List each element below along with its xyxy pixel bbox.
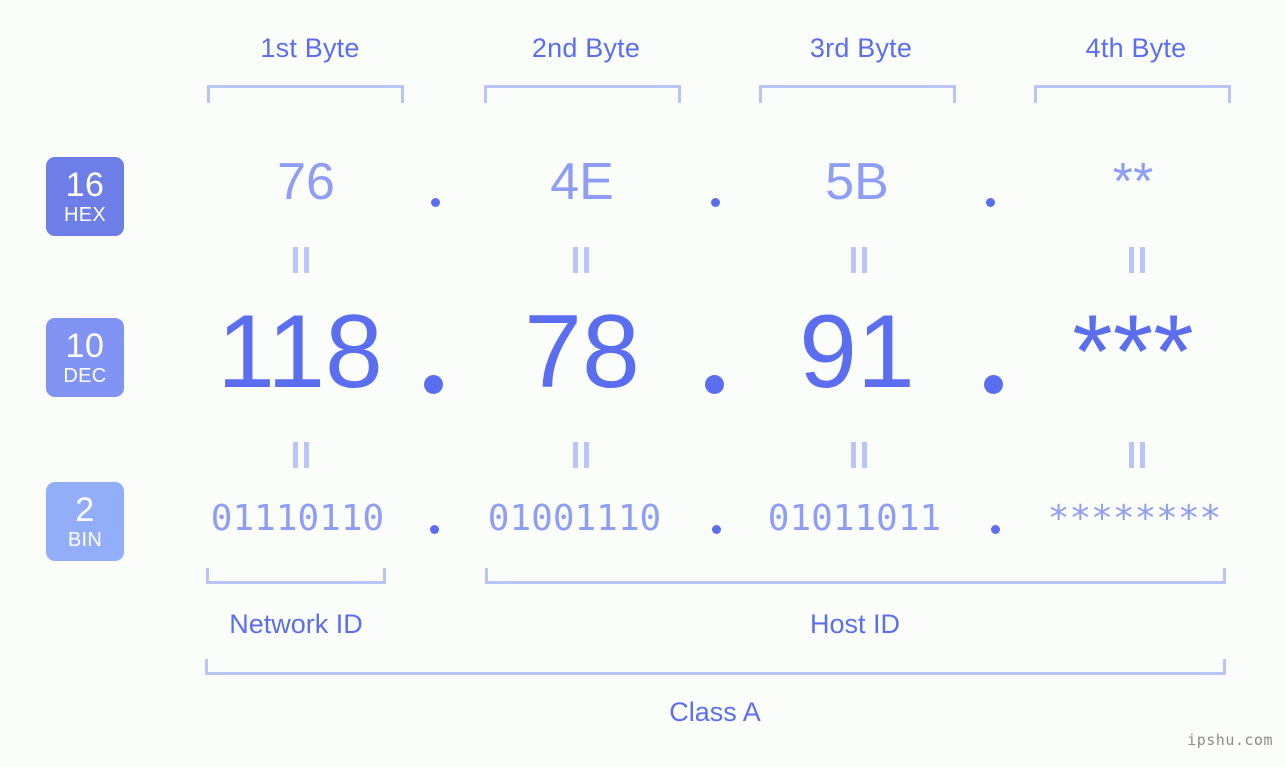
hex-separator-dot-2 xyxy=(711,198,720,207)
base-badge-bin-name: BIN xyxy=(67,529,103,551)
dec-byte-1: 118 xyxy=(217,294,383,410)
dec-separator-dot-3 xyxy=(984,375,1003,394)
base-badge-dec-name: DEC xyxy=(63,365,107,387)
equals-mark-dec-bin-1 xyxy=(288,442,314,468)
base-badge-dec-number: 10 xyxy=(65,327,105,365)
host-id-label: Host ID xyxy=(809,609,901,639)
bin-separator-dot-1 xyxy=(430,525,439,534)
hex-byte-1: 76 xyxy=(277,153,335,211)
byte-header-3: 3rd Byte xyxy=(809,33,913,63)
bin-byte-3: 01011011 xyxy=(767,498,942,539)
bin-byte-1: 01110110 xyxy=(210,498,385,539)
equals-mark-hex-dec-3 xyxy=(846,247,872,273)
equals-mark-dec-bin-2 xyxy=(568,442,594,468)
byte-bracket-2 xyxy=(484,85,681,103)
base-badge-hex-number: 16 xyxy=(65,166,105,204)
bin-byte-4: ******** xyxy=(1047,498,1222,539)
byte-bracket-1 xyxy=(207,85,404,103)
dec-byte-2: 78 xyxy=(524,294,640,410)
class-label: Class A xyxy=(669,697,761,727)
equals-mark-hex-dec-1 xyxy=(288,247,314,273)
bin-separator-dot-3 xyxy=(991,525,1000,534)
network-id-label: Network ID xyxy=(229,609,363,639)
ip-address-breakdown-diagram: 1st Byte 2nd Byte 3rd Byte 4th Byte 16 H… xyxy=(0,0,1285,767)
byte-header-4: 4th Byte xyxy=(1085,33,1187,63)
host-id-bracket xyxy=(485,568,1226,584)
equals-mark-dec-bin-4 xyxy=(1124,442,1150,468)
dec-separator-dot-2 xyxy=(705,375,724,394)
class-bracket xyxy=(205,659,1226,675)
hex-byte-3: 5B xyxy=(825,153,889,211)
byte-bracket-4 xyxy=(1034,85,1231,103)
base-badge-hex: 16 HEX xyxy=(46,157,124,236)
hex-byte-4: ** xyxy=(1112,153,1154,211)
byte-bracket-3 xyxy=(759,85,956,103)
base-badge-bin-number: 2 xyxy=(75,491,95,529)
bin-byte-2: 01001110 xyxy=(487,498,662,539)
equals-mark-dec-bin-3 xyxy=(846,442,872,468)
equals-mark-hex-dec-2 xyxy=(568,247,594,273)
network-id-bracket xyxy=(206,568,386,584)
bin-separator-dot-2 xyxy=(712,525,721,534)
hex-separator-dot-3 xyxy=(986,198,995,207)
byte-header-2: 2nd Byte xyxy=(531,33,641,63)
dec-byte-3: 91 xyxy=(799,294,915,410)
hex-separator-dot-1 xyxy=(431,198,440,207)
byte-header-1: 1st Byte xyxy=(260,33,360,63)
hex-byte-2: 4E xyxy=(550,153,614,211)
base-badge-hex-name: HEX xyxy=(63,204,107,226)
watermark: ipshu.com xyxy=(1187,731,1273,749)
base-badge-bin: 2 BIN xyxy=(46,482,124,561)
base-badge-dec: 10 DEC xyxy=(46,318,124,397)
equals-mark-hex-dec-4 xyxy=(1124,247,1150,273)
dec-separator-dot-1 xyxy=(424,375,443,394)
dec-byte-4: *** xyxy=(1072,294,1194,410)
